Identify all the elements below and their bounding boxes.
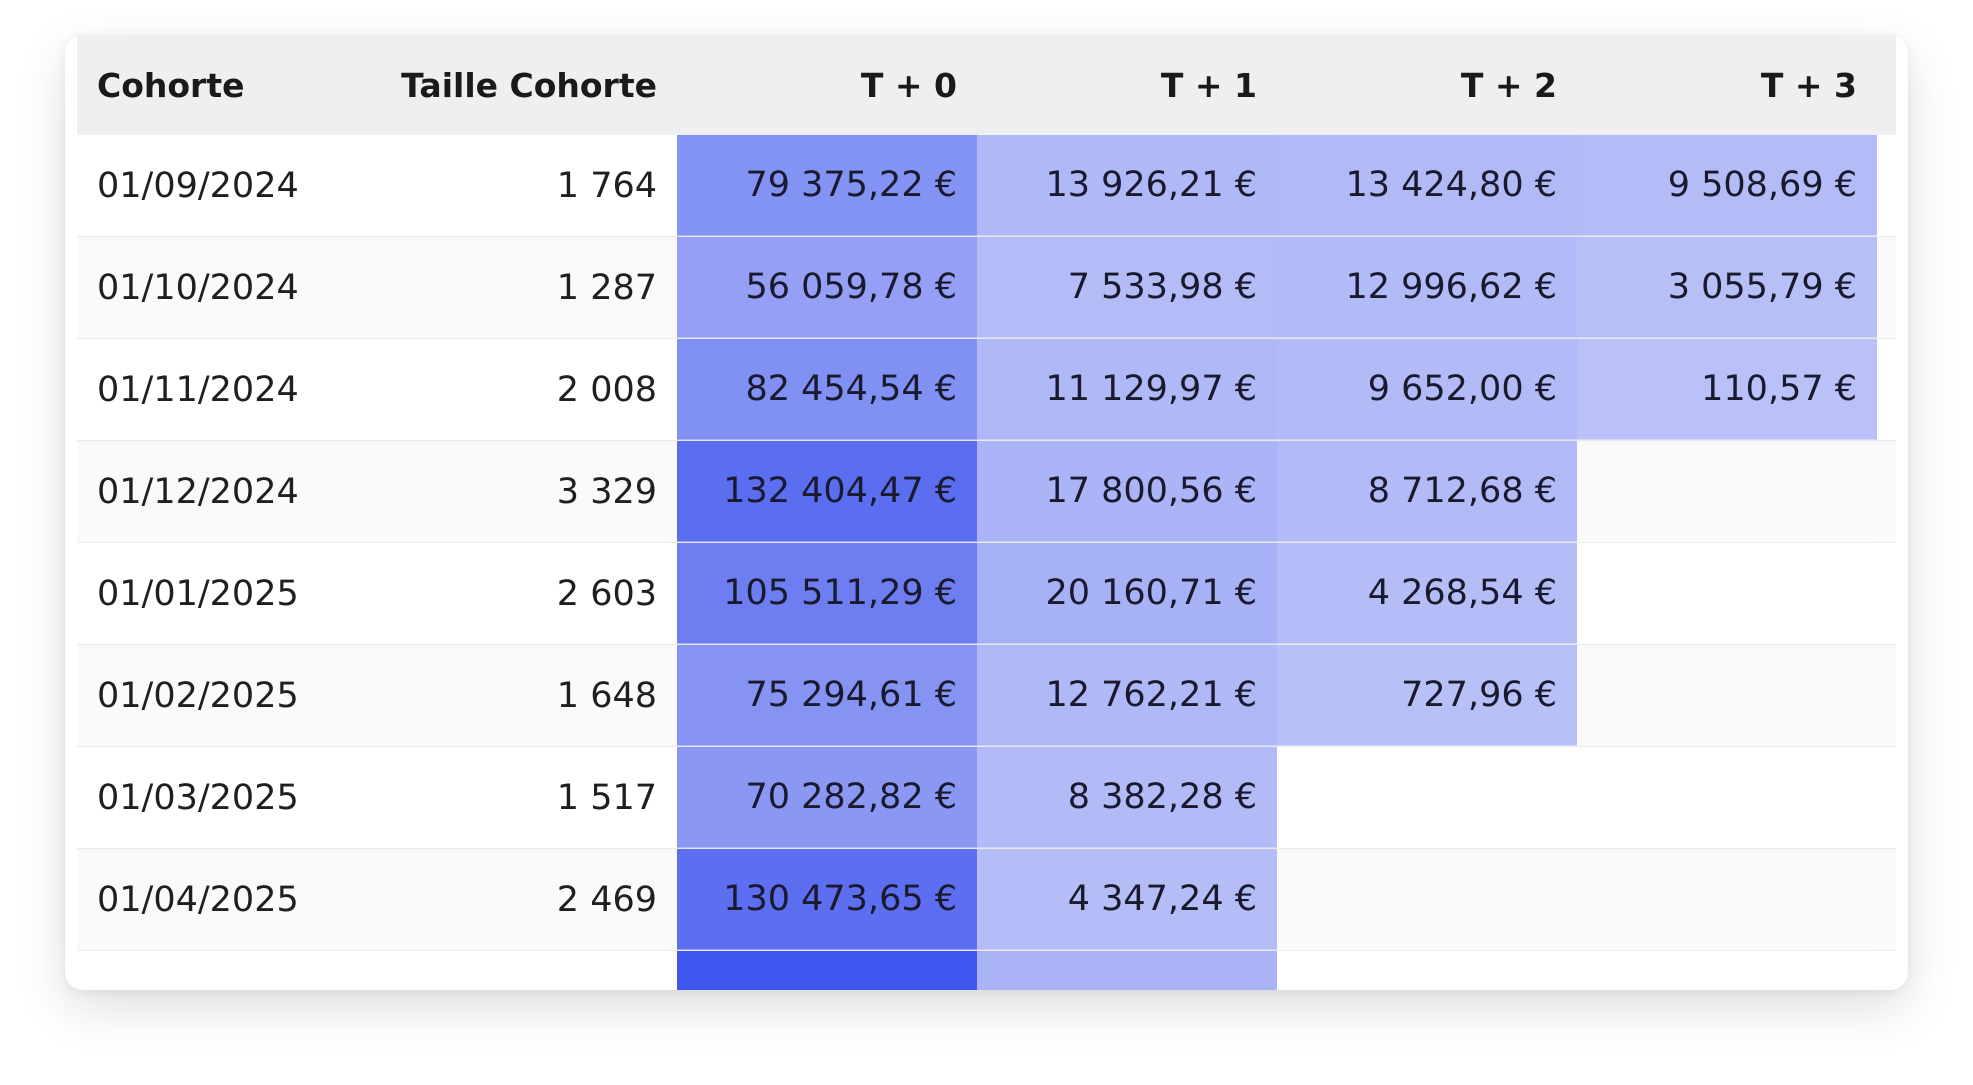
table-header-row: Cohorte Taille Cohorte T + 0 T + 1 T + 2… <box>77 35 1896 135</box>
column-header-t0[interactable]: T + 0 <box>677 35 977 135</box>
revenue-cell <box>1577 441 1877 542</box>
table-row: 01/04/2025 2 469 130 473,65 € 4 347,24 € <box>77 849 1896 951</box>
table-row: 01/01/2025 2 603 105 511,29 € 20 160,71 … <box>77 543 1896 645</box>
table-row: 01/11/2024 2 008 82 454,54 € 11 129,97 €… <box>77 339 1896 441</box>
revenue-cell: 110,57 € <box>1577 339 1877 440</box>
cohort-size-cell: 2 469 <box>556 879 657 920</box>
table-row: 01/02/2025 1 648 75 294,61 € 12 762,21 €… <box>77 645 1896 747</box>
revenue-cell: 11 129,97 € <box>977 339 1277 440</box>
revenue-cell: 105 511,29 € <box>677 543 977 644</box>
revenue-cell: 7 533,98 € <box>977 237 1277 338</box>
revenue-cell: 70 282,82 € <box>677 747 977 848</box>
revenue-cell: 9 508,69 € <box>1577 135 1877 236</box>
cohort-size-cell: 3 329 <box>556 471 657 512</box>
cohort-date-cell: 01/12/2024 <box>97 471 299 512</box>
column-header-t1[interactable]: T + 1 <box>977 35 1277 135</box>
revenue-cell: 79 375,22 € <box>677 135 977 236</box>
revenue-cell <box>1577 543 1877 644</box>
revenue-cell-partial <box>977 951 1277 990</box>
cohort-date-cell: 01/11/2024 <box>97 369 299 410</box>
cohort-date-cell: 01/09/2024 <box>97 165 299 206</box>
cohort-date-cell: 01/03/2025 <box>97 777 299 818</box>
revenue-cell <box>1277 747 1577 848</box>
revenue-cell: 12 762,21 € <box>977 645 1277 746</box>
table-row: 01/10/2024 1 287 56 059,78 € 7 533,98 € … <box>77 237 1896 339</box>
cohort-table-card: Cohorte Taille Cohorte T + 0 T + 1 T + 2… <box>65 35 1908 990</box>
cohort-size-cell: 2 603 <box>556 573 657 614</box>
cohort-size-cell: 2 008 <box>556 369 657 410</box>
revenue-cell: 13 424,80 € <box>1277 135 1577 236</box>
table-row: 01/12/2024 3 329 132 404,47 € 17 800,56 … <box>77 441 1896 543</box>
column-header-t2[interactable]: T + 2 <box>1277 35 1577 135</box>
revenue-cell <box>1277 849 1577 950</box>
cohort-date-cell: 01/10/2024 <box>97 267 299 308</box>
column-header-taille-cohorte[interactable]: Taille Cohorte <box>377 35 677 135</box>
revenue-cell: 130 473,65 € <box>677 849 977 950</box>
revenue-cell: 12 996,62 € <box>1277 237 1577 338</box>
revenue-cell: 9 652,00 € <box>1277 339 1577 440</box>
revenue-cell <box>1577 747 1877 848</box>
table-row: 01/09/2024 1 764 79 375,22 € 13 926,21 €… <box>77 135 1896 237</box>
cohort-size-cell: 1 287 <box>556 267 657 308</box>
cohort-date-cell: 01/02/2025 <box>97 675 299 716</box>
revenue-cell: 8 382,28 € <box>977 747 1277 848</box>
revenue-cell: 17 800,56 € <box>977 441 1277 542</box>
cohort-size-cell: 1 764 <box>556 165 657 206</box>
revenue-cell: 4 268,54 € <box>1277 543 1577 644</box>
cohort-date-cell: 01/04/2025 <box>97 879 299 920</box>
cohort-date-cell: 01/01/2025 <box>97 573 299 614</box>
revenue-cell: 20 160,71 € <box>977 543 1277 644</box>
cohort-size-cell: 1 648 <box>556 675 657 716</box>
table-row-partial <box>77 951 1896 990</box>
revenue-cell-partial <box>677 951 977 990</box>
revenue-cell: 8 712,68 € <box>1277 441 1577 542</box>
revenue-cell: 56 059,78 € <box>677 237 977 338</box>
revenue-cell: 132 404,47 € <box>677 441 977 542</box>
revenue-cell: 4 347,24 € <box>977 849 1277 950</box>
column-header-cohorte[interactable]: Cohorte <box>77 35 377 135</box>
revenue-cell <box>1577 645 1877 746</box>
cohort-size-cell: 1 517 <box>556 777 657 818</box>
cohort-table: Cohorte Taille Cohorte T + 0 T + 1 T + 2… <box>77 35 1896 990</box>
table-row: 01/03/2025 1 517 70 282,82 € 8 382,28 € <box>77 747 1896 849</box>
revenue-cell: 13 926,21 € <box>977 135 1277 236</box>
revenue-cell: 3 055,79 € <box>1577 237 1877 338</box>
revenue-cell: 75 294,61 € <box>677 645 977 746</box>
column-header-t3[interactable]: T + 3 <box>1577 35 1877 135</box>
revenue-cell: 82 454,54 € <box>677 339 977 440</box>
revenue-cell <box>1577 849 1877 950</box>
revenue-cell: 727,96 € <box>1277 645 1577 746</box>
